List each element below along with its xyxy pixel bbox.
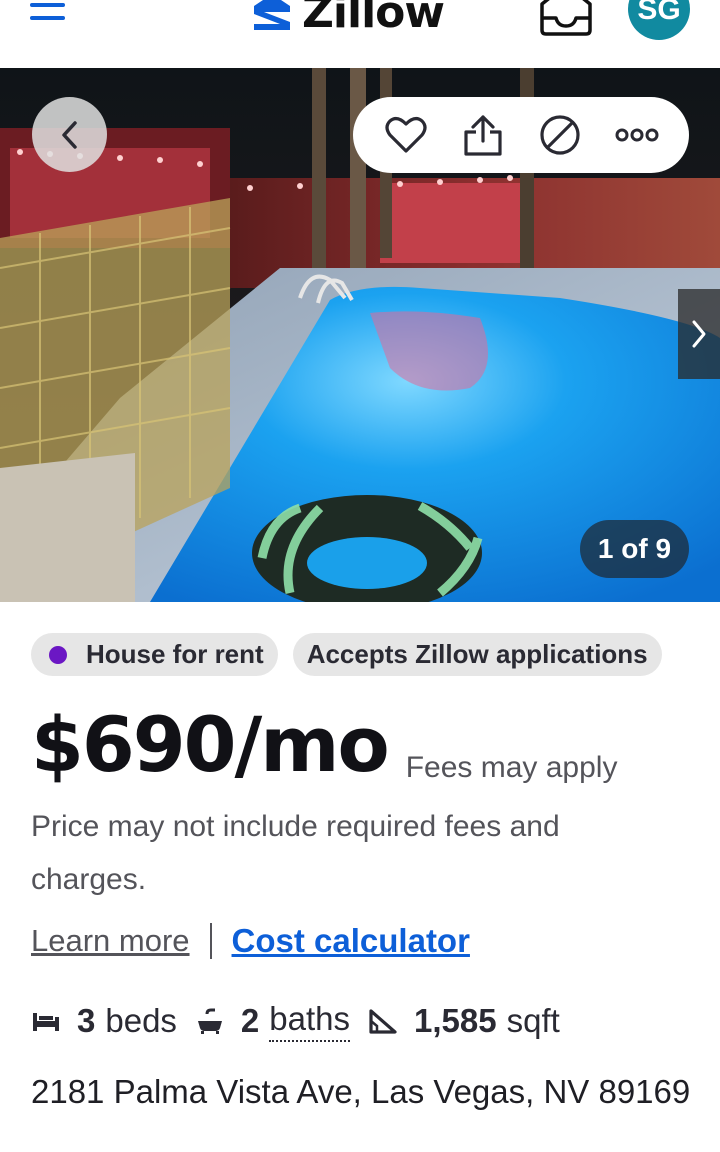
status-dot-icon [49,645,67,664]
price-row: $690/mo Fees may apply [31,695,617,795]
avatar-initials: SG [637,0,681,26]
listing-badges: House for rent Accepts Zillow applicatio… [31,633,662,676]
listing-type-label: House for rent [86,639,264,669]
next-arrow-icon [692,320,706,348]
home-facts: 3 beds 2 baths 1,585 sqft [31,1000,560,1042]
back-button[interactable] [32,97,107,172]
hide-icon [539,115,580,155]
sqft-value: 1,585 [414,1002,497,1039]
next-photo-button[interactable] [678,289,720,379]
learn-more-link[interactable]: Learn more [31,923,190,959]
listing-actions-bar [353,97,689,173]
baths-fact: 2 baths [195,1000,351,1042]
property-address: 2181 Palma Vista Ave, Las Vegas, NV 8916… [31,1073,691,1110]
link-divider [209,923,212,959]
bed-icon [33,1013,59,1031]
price-links: Learn more Cost calculator [31,922,470,960]
cost-calculator-link[interactable]: Cost calculator [232,922,470,960]
inbox-icon[interactable] [536,0,596,36]
top-header: Zillow SG [0,0,720,68]
applications-badge: Accepts Zillow applications [292,633,662,676]
listing-type-badge: House for rent [31,633,278,676]
sqft-fact: 1,585 sqft [368,1002,560,1040]
beds-count: 3 [77,1002,96,1039]
more-icon [615,128,658,142]
photo-counter: 1 of 9 [580,520,689,578]
logo-text: Zillow [302,0,445,38]
listing-photo-carousel[interactable]: 1 of 9 [0,68,720,602]
share-button[interactable] [455,107,511,163]
price-disclaimer: Price may not include required fees and … [31,810,560,896]
beds-label: beds [105,1002,177,1039]
hamburger-menu-icon[interactable] [30,0,66,28]
bathtub-icon [197,1008,222,1034]
baths-label[interactable]: baths [269,1000,351,1042]
fees-note: Fees may apply [405,751,618,784]
baths-count: 2 [240,1002,260,1039]
save-button[interactable] [378,107,434,163]
user-avatar[interactable]: SG [628,0,690,40]
zillow-mark-icon [254,0,290,30]
hide-button[interactable] [532,107,588,163]
back-arrow-icon [61,120,77,149]
more-button[interactable] [609,107,665,163]
beds-fact: 3 beds [31,1002,177,1040]
rent-price: $690/mo [31,700,390,789]
square-feet-icon [369,1009,397,1034]
heart-icon [384,117,427,153]
sqft-label: sqft [506,1002,560,1039]
applications-label: Accepts Zillow applications [306,639,648,669]
zillow-logo[interactable]: Zillow [250,0,445,40]
share-icon [463,115,502,156]
